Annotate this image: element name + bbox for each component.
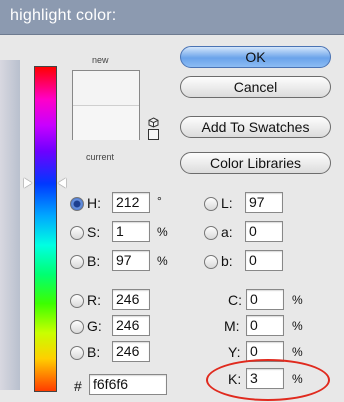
cyan-unit: % bbox=[292, 293, 303, 307]
dialog-titlebar: highlight color: bbox=[0, 0, 344, 35]
lightness-radio[interactable] bbox=[204, 197, 218, 211]
green-label: G: bbox=[87, 318, 102, 334]
current-color-swatch[interactable] bbox=[73, 106, 139, 140]
hue-slider-left-arrow-icon[interactable] bbox=[24, 178, 32, 188]
blue-label: B: bbox=[87, 344, 101, 360]
new-color-label: new bbox=[92, 55, 109, 65]
current-color-label: current bbox=[86, 152, 115, 162]
dialog-title: highlight color: bbox=[10, 7, 117, 24]
lab-a-radio[interactable] bbox=[204, 226, 218, 240]
brightness-label: B: bbox=[87, 253, 101, 269]
brightness-field[interactable]: 97 bbox=[112, 250, 150, 271]
hue-unit: ° bbox=[157, 194, 162, 208]
lightness-field[interactable]: 97 bbox=[245, 192, 283, 213]
saturation-radio[interactable] bbox=[70, 226, 84, 240]
lab-a-label: a: bbox=[221, 224, 233, 240]
gamut-warning-cube-icon[interactable] bbox=[148, 115, 159, 128]
lab-b-label: b: bbox=[221, 253, 233, 269]
add-to-swatches-button[interactable]: Add To Swatches bbox=[180, 116, 331, 138]
hue-radio[interactable] bbox=[70, 197, 84, 211]
red-radio[interactable] bbox=[70, 294, 84, 308]
hue-slider[interactable] bbox=[34, 66, 57, 392]
lab-b-field[interactable]: 0 bbox=[245, 250, 283, 271]
hue-label: H: bbox=[87, 195, 101, 211]
blue-field[interactable]: 246 bbox=[112, 341, 150, 362]
saturation-unit: % bbox=[157, 225, 168, 239]
yellow-unit: % bbox=[292, 345, 303, 359]
green-field[interactable]: 246 bbox=[112, 315, 150, 336]
magenta-field[interactable]: 0 bbox=[246, 315, 284, 336]
lab-a-field[interactable]: 0 bbox=[245, 221, 283, 242]
color-field[interactable] bbox=[0, 60, 20, 390]
cancel-button[interactable]: Cancel bbox=[180, 76, 331, 98]
brightness-unit: % bbox=[157, 254, 168, 268]
magenta-unit: % bbox=[292, 319, 303, 333]
annotation-circle bbox=[206, 359, 330, 401]
magenta-label: M: bbox=[224, 318, 240, 334]
color-libraries-button[interactable]: Color Libraries bbox=[180, 152, 331, 174]
hex-label: # bbox=[74, 378, 82, 394]
web-safe-swatch-icon[interactable] bbox=[148, 129, 159, 140]
saturation-field[interactable]: 1 bbox=[112, 221, 150, 242]
ok-button[interactable]: OK bbox=[180, 46, 331, 68]
hue-field[interactable]: 212 bbox=[112, 192, 150, 213]
brightness-radio[interactable] bbox=[70, 255, 84, 269]
saturation-label: S: bbox=[87, 224, 101, 240]
new-color-swatch bbox=[73, 71, 139, 106]
lab-b-radio[interactable] bbox=[204, 255, 218, 269]
red-label: R: bbox=[87, 292, 101, 308]
cyan-field[interactable]: 0 bbox=[246, 289, 284, 310]
color-swatch bbox=[72, 70, 140, 140]
hue-slider-right-arrow-icon[interactable] bbox=[58, 178, 66, 188]
yellow-label: Y: bbox=[228, 344, 241, 360]
lightness-label: L: bbox=[221, 195, 233, 211]
green-radio[interactable] bbox=[70, 320, 84, 334]
hex-field[interactable]: f6f6f6 bbox=[89, 374, 167, 395]
cyan-label: C: bbox=[228, 292, 242, 308]
red-field[interactable]: 246 bbox=[112, 289, 150, 310]
blue-radio[interactable] bbox=[70, 346, 84, 360]
